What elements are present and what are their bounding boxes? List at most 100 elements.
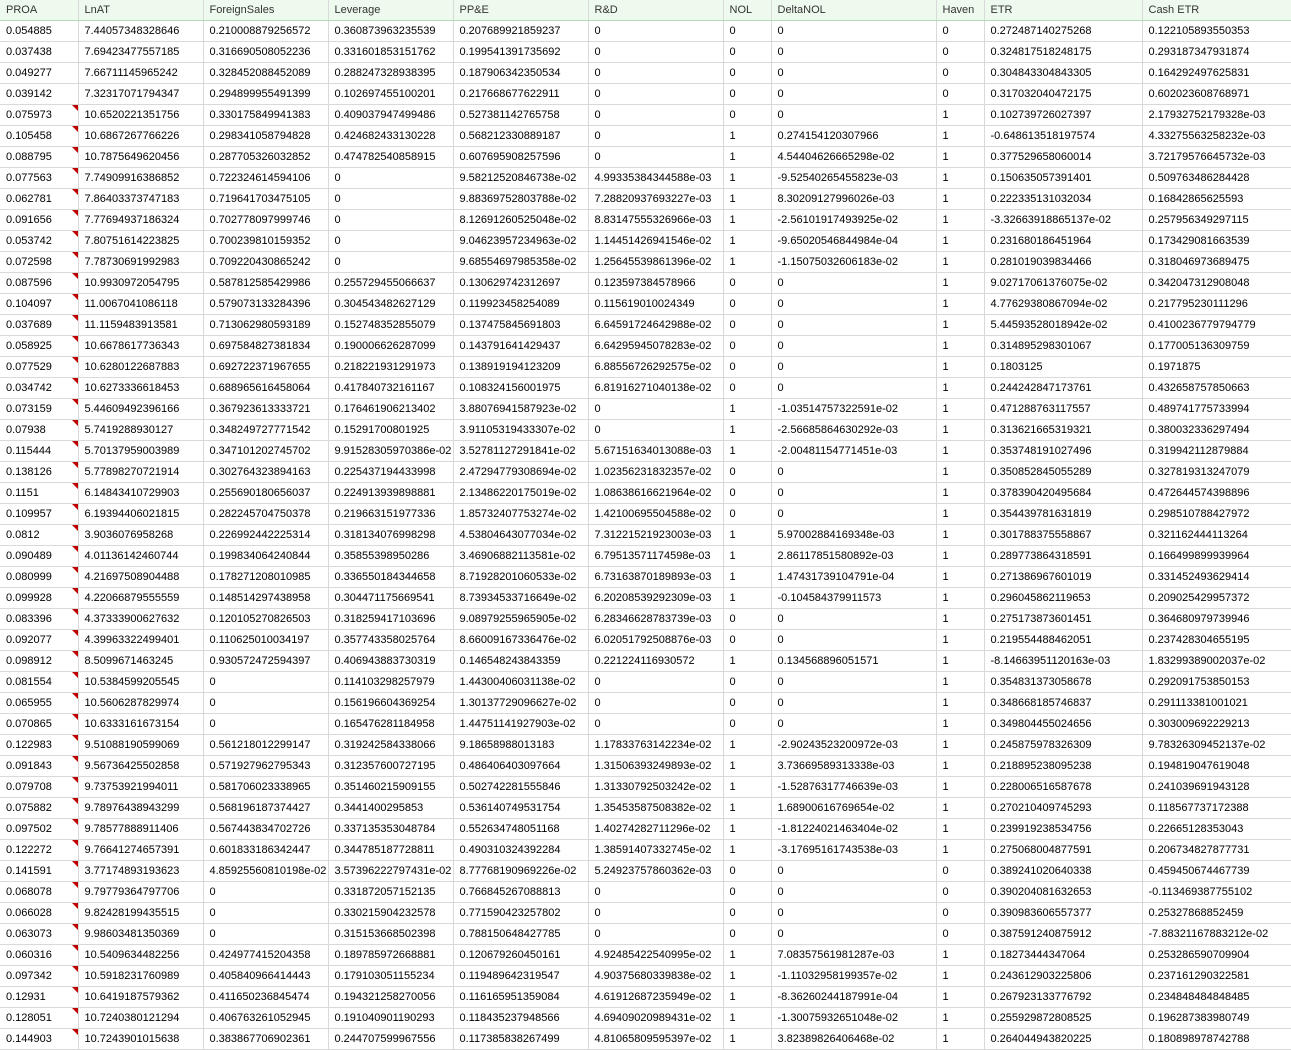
cell[interactable]: 1.47431739104791e-04 bbox=[771, 567, 936, 588]
cell[interactable]: 6.73163870189893e-03 bbox=[588, 567, 723, 588]
cell[interactable]: 0 bbox=[771, 84, 936, 105]
cell[interactable]: 0.092077 bbox=[0, 630, 78, 651]
cell[interactable]: 0.079708 bbox=[0, 777, 78, 798]
cell[interactable]: 0.292091753850153 bbox=[1142, 672, 1291, 693]
cell[interactable]: 1 bbox=[936, 273, 984, 294]
cell[interactable]: 8.71928201060533e-02 bbox=[453, 567, 588, 588]
cell[interactable]: 8.73934533716649e-02 bbox=[453, 588, 588, 609]
cell[interactable]: 0.165476281184958 bbox=[328, 714, 453, 735]
cell[interactable]: 1 bbox=[723, 252, 771, 273]
cell[interactable]: 6.28346628783739e-03 bbox=[588, 609, 723, 630]
cell[interactable]: 0 bbox=[328, 252, 453, 273]
cell[interactable]: 0.602023608768971 bbox=[1142, 84, 1291, 105]
cell[interactable]: 11.0067041086118 bbox=[78, 294, 203, 315]
cell[interactable]: 1 bbox=[936, 483, 984, 504]
cell[interactable]: 0 bbox=[203, 672, 328, 693]
cell[interactable]: 0 bbox=[771, 504, 936, 525]
col-leverage[interactable]: Leverage bbox=[328, 0, 453, 21]
cell[interactable]: 0.037438 bbox=[0, 42, 78, 63]
cell[interactable]: 0.474782540858915 bbox=[328, 147, 453, 168]
cell[interactable]: 0 bbox=[771, 273, 936, 294]
cell[interactable]: 0 bbox=[771, 609, 936, 630]
cell[interactable]: 3.88076941587923e-02 bbox=[453, 399, 588, 420]
cell[interactable]: 0 bbox=[936, 882, 984, 903]
cell[interactable]: 0.389241020640338 bbox=[984, 861, 1142, 882]
table-row[interactable]: 0.14490310.72439010156380.38386770690236… bbox=[0, 1029, 1291, 1050]
cell[interactable]: 0.077529 bbox=[0, 357, 78, 378]
cell[interactable]: 0.134568896051571 bbox=[771, 651, 936, 672]
cell[interactable]: 0 bbox=[723, 672, 771, 693]
cell[interactable]: 1 bbox=[936, 840, 984, 861]
cell[interactable]: 0.166499899939964 bbox=[1142, 546, 1291, 567]
col-haven[interactable]: Haven bbox=[936, 0, 984, 21]
cell[interactable]: 1 bbox=[723, 735, 771, 756]
cell[interactable]: 0 bbox=[588, 882, 723, 903]
table-row[interactable]: 0.08123.90360769582680.2269924422253140.… bbox=[0, 525, 1291, 546]
cell[interactable]: 0 bbox=[723, 882, 771, 903]
cell[interactable]: 0.315153668502398 bbox=[328, 924, 453, 945]
cell[interactable]: 4.77629380867094e-02 bbox=[984, 294, 1142, 315]
cell[interactable]: 10.5409634482256 bbox=[78, 945, 203, 966]
cell[interactable]: 0 bbox=[588, 63, 723, 84]
cell[interactable]: 9.98603481350369 bbox=[78, 924, 203, 945]
cell[interactable]: 0.275068004877591 bbox=[984, 840, 1142, 861]
cell[interactable]: 0 bbox=[771, 336, 936, 357]
cell[interactable]: 0.527381142765758 bbox=[453, 105, 588, 126]
cell[interactable]: 0.0812 bbox=[0, 525, 78, 546]
cell[interactable]: 3.46906882113581e-02 bbox=[453, 546, 588, 567]
cell[interactable]: 0.502742281555846 bbox=[453, 777, 588, 798]
cell[interactable]: 0.199834064240844 bbox=[203, 546, 328, 567]
cell[interactable]: 1 bbox=[936, 714, 984, 735]
cell[interactable]: 0 bbox=[723, 714, 771, 735]
cell[interactable]: 7.31221521923003e-03 bbox=[588, 525, 723, 546]
cell[interactable]: 0.319942112879884 bbox=[1142, 441, 1291, 462]
cell[interactable]: 0.383867706902361 bbox=[203, 1029, 328, 1050]
table-row[interactable]: 0.079385.74192889301270.3482497277715420… bbox=[0, 420, 1291, 441]
cell[interactable]: 0.091656 bbox=[0, 210, 78, 231]
cell[interactable]: 1.85732407753274e-02 bbox=[453, 504, 588, 525]
cell[interactable]: 5.97002884169348e-03 bbox=[771, 525, 936, 546]
cell[interactable]: 1 bbox=[723, 231, 771, 252]
cell[interactable]: 0.144903 bbox=[0, 1029, 78, 1050]
cell[interactable]: 0.4100236779794779 bbox=[1142, 315, 1291, 336]
cell[interactable]: 0.364680979739946 bbox=[1142, 609, 1291, 630]
cell[interactable]: 1.02356231832357e-02 bbox=[588, 462, 723, 483]
cell[interactable]: 8.66009167336476e-02 bbox=[453, 630, 588, 651]
cell[interactable]: 0.097342 bbox=[0, 966, 78, 987]
cell[interactable]: 0.314895298301067 bbox=[984, 336, 1142, 357]
cell[interactable]: 0.218895238095238 bbox=[984, 756, 1142, 777]
cell[interactable]: 0.066028 bbox=[0, 903, 78, 924]
cell[interactable]: 0 bbox=[723, 336, 771, 357]
cell[interactable]: 5.70137959003989 bbox=[78, 441, 203, 462]
cell[interactable]: -8.36260244187991e-04 bbox=[771, 987, 936, 1008]
cell[interactable]: 10.6273336618453 bbox=[78, 378, 203, 399]
cell[interactable]: 0.070865 bbox=[0, 714, 78, 735]
cell[interactable]: 0.471288763117557 bbox=[984, 399, 1142, 420]
cell[interactable]: 4.37333900627632 bbox=[78, 609, 203, 630]
cell[interactable]: 0 bbox=[588, 399, 723, 420]
cell[interactable]: 1 bbox=[936, 462, 984, 483]
cell[interactable]: 0.700239810159352 bbox=[203, 231, 328, 252]
cell[interactable]: 0 bbox=[723, 861, 771, 882]
cell[interactable]: 0.18273444347064 bbox=[984, 945, 1142, 966]
table-row[interactable]: 0.03474210.62733366184530.68896561645806… bbox=[0, 378, 1291, 399]
cell[interactable]: 0.321162444113264 bbox=[1142, 525, 1291, 546]
cell[interactable]: 10.6419187579362 bbox=[78, 987, 203, 1008]
table-row[interactable]: 0.0797089.737539219940110.58170602333896… bbox=[0, 777, 1291, 798]
cell[interactable]: 4.01136142460744 bbox=[78, 546, 203, 567]
cell[interactable]: 0.105458 bbox=[0, 126, 78, 147]
cell[interactable]: 1 bbox=[936, 168, 984, 189]
cell[interactable]: 0.317032040472175 bbox=[984, 84, 1142, 105]
cell[interactable]: -9.65020546844984e-04 bbox=[771, 231, 936, 252]
cell[interactable]: 0.049277 bbox=[0, 63, 78, 84]
cell[interactable]: 0.318134076998298 bbox=[328, 525, 453, 546]
cell[interactable]: 0 bbox=[588, 672, 723, 693]
cell[interactable]: 0.390204081632653 bbox=[984, 882, 1142, 903]
cell[interactable]: 9.78577888911406 bbox=[78, 819, 203, 840]
cell[interactable]: 4.90375680339838e-02 bbox=[588, 966, 723, 987]
cell[interactable]: 0.080999 bbox=[0, 567, 78, 588]
cell[interactable]: 8.12691260525048e-02 bbox=[453, 210, 588, 231]
cell[interactable]: 1 bbox=[723, 525, 771, 546]
cell[interactable]: 0.766845267088813 bbox=[453, 882, 588, 903]
cell[interactable]: 0.148514297438958 bbox=[203, 588, 328, 609]
